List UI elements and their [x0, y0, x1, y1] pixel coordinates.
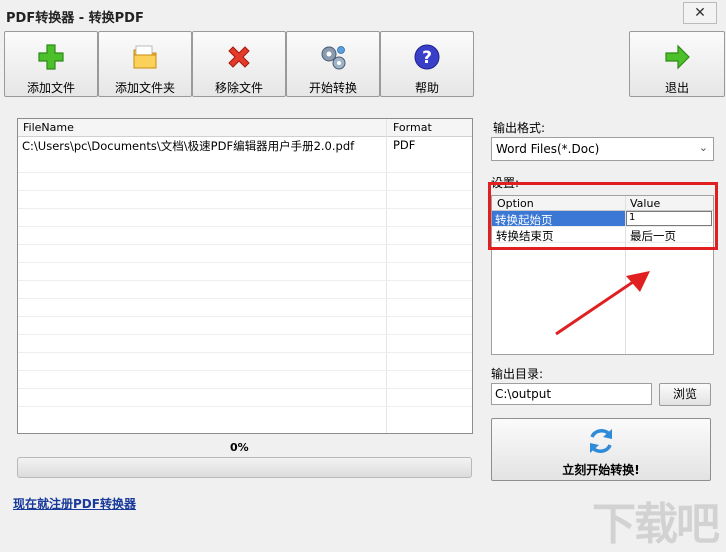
grid-line	[18, 190, 472, 191]
close-icon: ✕	[694, 5, 706, 21]
close-button[interactable]: ✕	[683, 2, 717, 24]
register-link[interactable]: 现在就注册PDF转换器	[13, 495, 136, 512]
output-dir-field[interactable]	[491, 383, 652, 405]
exit-arrow-icon	[665, 44, 690, 70]
svg-text:?: ?	[422, 48, 432, 68]
start-convert-toolbar-button[interactable]: 开始转换	[286, 31, 380, 97]
grid-line	[18, 172, 472, 173]
highlight-box	[488, 182, 718, 250]
progress-bar	[17, 457, 472, 478]
output-format-value: Word Files(*.Doc)	[496, 142, 600, 156]
help-question-icon: ?	[414, 44, 440, 70]
add-folder-label: 添加文件夹	[114, 81, 175, 95]
output-dir-input[interactable]	[492, 384, 648, 404]
grid-line	[18, 262, 472, 263]
remove-x-icon	[228, 46, 250, 68]
grid-line	[18, 388, 472, 389]
gears-icon	[321, 46, 346, 70]
browse-button[interactable]: 浏览	[659, 383, 711, 406]
remove-file-label: 移除文件	[214, 81, 263, 95]
grid-line	[18, 244, 472, 245]
grid-line	[18, 334, 472, 335]
help-label: 帮助	[414, 81, 439, 95]
column-header-filename[interactable]: FileName	[23, 121, 74, 134]
output-format-select[interactable]: Word Files(*.Doc) ⌄	[491, 137, 714, 161]
exit-label: 退出	[664, 81, 689, 95]
progress-percent: 0%	[230, 441, 249, 454]
table-row[interactable]: C:\Users\pc\Documents\文档\极速PDF编辑器用户手册2.0…	[18, 137, 472, 154]
grid-line	[18, 280, 472, 281]
grid-line	[18, 352, 472, 353]
watermark: 下载吧	[592, 499, 720, 550]
annotation-arrow-icon	[555, 271, 650, 336]
grid-line	[18, 370, 472, 371]
folder-icon	[133, 45, 157, 69]
file-list[interactable]: FileName Format C:\Users\pc\Documents\文档…	[17, 118, 473, 434]
start-convert-label: 开始转换	[308, 81, 357, 95]
window-title: PDF转换器 - 转换PDF	[6, 11, 144, 26]
start-convert-button-label: 立刻开始转换!	[562, 463, 640, 477]
grid-line	[18, 406, 472, 407]
file-name-cell: C:\Users\pc\Documents\文档\极速PDF编辑器用户手册2.0…	[22, 139, 355, 153]
remove-file-button[interactable]: 移除文件	[192, 31, 286, 97]
grid-line	[18, 208, 472, 209]
chevron-down-icon: ⌄	[698, 141, 708, 154]
add-plus-icon	[38, 44, 64, 70]
add-folder-button[interactable]: 添加文件夹	[98, 31, 192, 97]
grid-line	[18, 298, 472, 299]
grid-line	[18, 226, 472, 227]
start-convert-button[interactable]: 立刻开始转换!	[491, 418, 711, 481]
file-list-header: FileName Format	[18, 119, 472, 137]
output-format-label: 输出格式:	[493, 121, 546, 135]
column-divider	[386, 119, 387, 433]
exit-button[interactable]: 退出	[629, 31, 725, 97]
add-file-button[interactable]: 添加文件	[4, 31, 98, 97]
column-header-format[interactable]: Format	[393, 121, 432, 134]
grid-line	[18, 316, 472, 317]
add-file-label: 添加文件	[26, 81, 75, 95]
output-dir-label: 输出目录:	[491, 367, 544, 381]
file-format-cell: PDF	[393, 138, 416, 152]
convert-refresh-icon	[590, 429, 612, 453]
help-button[interactable]: ? 帮助	[380, 31, 474, 97]
